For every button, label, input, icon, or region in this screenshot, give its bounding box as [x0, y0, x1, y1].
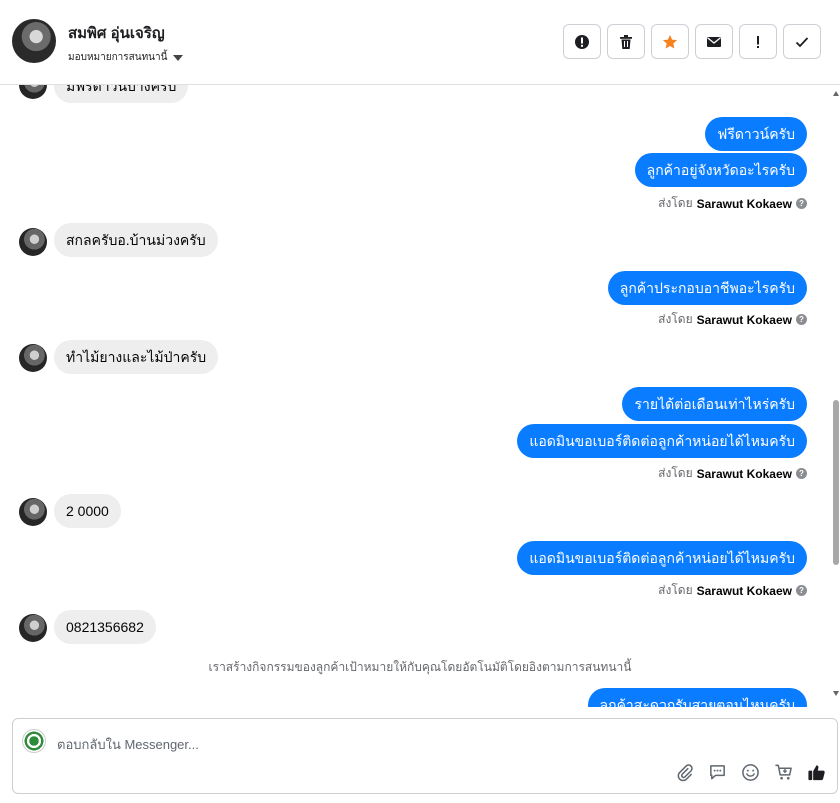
sender-avatar [19, 344, 47, 372]
saved-replies-icon[interactable] [707, 762, 728, 783]
outgoing-message: ลูกค้าอยู่จังหวัดอะไรครับ [634, 153, 807, 187]
alert-circle-icon [575, 34, 589, 49]
incoming-message: 0821356682 [54, 610, 156, 644]
exclamation-icon [757, 35, 759, 48]
help-icon[interactable]: ? [796, 314, 807, 325]
spam-button[interactable] [563, 24, 601, 59]
star-button[interactable] [651, 24, 689, 59]
contact-avatar[interactable] [12, 19, 56, 63]
outgoing-message: ฟรีดาวน์ครับ [705, 117, 807, 151]
envelope-icon [707, 36, 721, 47]
outgoing-message: แอดมินขอเบอร์ติดต่อลูกค้าหน่อยได้ไหมครับ [517, 424, 807, 458]
trash-icon [620, 34, 632, 49]
reply-input[interactable]: ตอบกลับใน Messenger... [57, 734, 199, 755]
sent-by-prefix: ส่งโดย [658, 196, 693, 210]
outgoing-message: แอดมินขอเบอร์ติดต่อลูกค้าหน่อยได้ไหมครับ [517, 541, 807, 575]
emoji-icon[interactable] [740, 762, 761, 783]
contact-name[interactable]: สมพิศ อุ่นเจริญ [68, 21, 165, 45]
scroll-up-icon[interactable] [833, 91, 839, 96]
assign-conversation-dropdown[interactable]: มอบหมายการสนทนานี้ [68, 50, 184, 65]
sent-by-name: Sarawut Kokaew [696, 583, 792, 598]
follow-up-button[interactable] [739, 24, 777, 59]
thread-scrollbar[interactable] [832, 85, 840, 707]
caret-down-icon [173, 54, 184, 61]
sent-by-prefix: ส่งโดย [658, 312, 693, 326]
cart-icon[interactable] [773, 762, 794, 783]
message-thread[interactable]: มีฟรีดาวน์บ้างครับ ฟรีดาวน์ครับ ลูกค้าอย… [0, 85, 840, 707]
paperclip-icon[interactable] [674, 762, 695, 783]
mark-done-button[interactable] [783, 24, 821, 59]
conversation-toolbar [563, 24, 821, 59]
conversation-header: สมพิศ อุ่นเจริญ มอบหมายการสนทนานี้ [0, 0, 840, 85]
incoming-message: ทำไม้ยางและไม้ป่าครับ [54, 340, 219, 374]
outgoing-message: ลูกค้าประกอบอาชีพอะไรครับ [607, 271, 807, 305]
help-icon[interactable]: ? [796, 468, 807, 479]
sent-by-label: ส่งโดย Sarawut Kokaew ? [658, 194, 807, 213]
sent-by-prefix: ส่งโดย [658, 583, 693, 597]
outgoing-message: รายได้ต่อเดือนเท่าไหร่ครับ [622, 387, 807, 421]
sent-by-prefix: ส่งโดย [658, 466, 693, 480]
thumbs-up-icon[interactable] [806, 762, 827, 783]
scrollbar-thumb[interactable] [833, 400, 839, 565]
page-logo [22, 729, 46, 753]
help-icon[interactable]: ? [796, 198, 807, 209]
incoming-message: สกลครับอ.บ้านม่วงครับ [54, 223, 218, 257]
system-note: เราสร้างกิจกรรมของลูกค้าเป้าหมายให้กับคุ… [208, 660, 632, 674]
reply-composer[interactable]: ตอบกลับใน Messenger... [12, 718, 838, 794]
incoming-message: 2 0000 [54, 494, 121, 528]
scroll-down-icon[interactable] [833, 691, 839, 696]
check-icon [795, 36, 809, 47]
mark-unread-button[interactable] [695, 24, 733, 59]
sender-avatar [19, 85, 47, 99]
outgoing-message: ลูกค้าสะดวกรับสายตอนไหนครับ [587, 688, 807, 707]
sent-by-name: Sarawut Kokaew [696, 466, 792, 481]
composer-actions [674, 762, 827, 783]
help-icon[interactable]: ? [796, 585, 807, 596]
sent-by-label: ส่งโดย Sarawut Kokaew ? [658, 464, 807, 483]
sender-avatar [19, 614, 47, 642]
sender-avatar [19, 498, 47, 526]
star-icon [662, 34, 678, 48]
sent-by-label: ส่งโดย Sarawut Kokaew ? [658, 581, 807, 600]
sent-by-name: Sarawut Kokaew [696, 312, 792, 327]
incoming-message: มีฟรีดาวน์บ้างครับ [54, 85, 189, 103]
sent-by-name: Sarawut Kokaew [696, 196, 792, 211]
sender-avatar [19, 228, 47, 256]
sent-by-label: ส่งโดย Sarawut Kokaew ? [658, 310, 807, 329]
assign-label: มอบหมายการสนทนานี้ [68, 52, 168, 63]
delete-button[interactable] [607, 24, 645, 59]
